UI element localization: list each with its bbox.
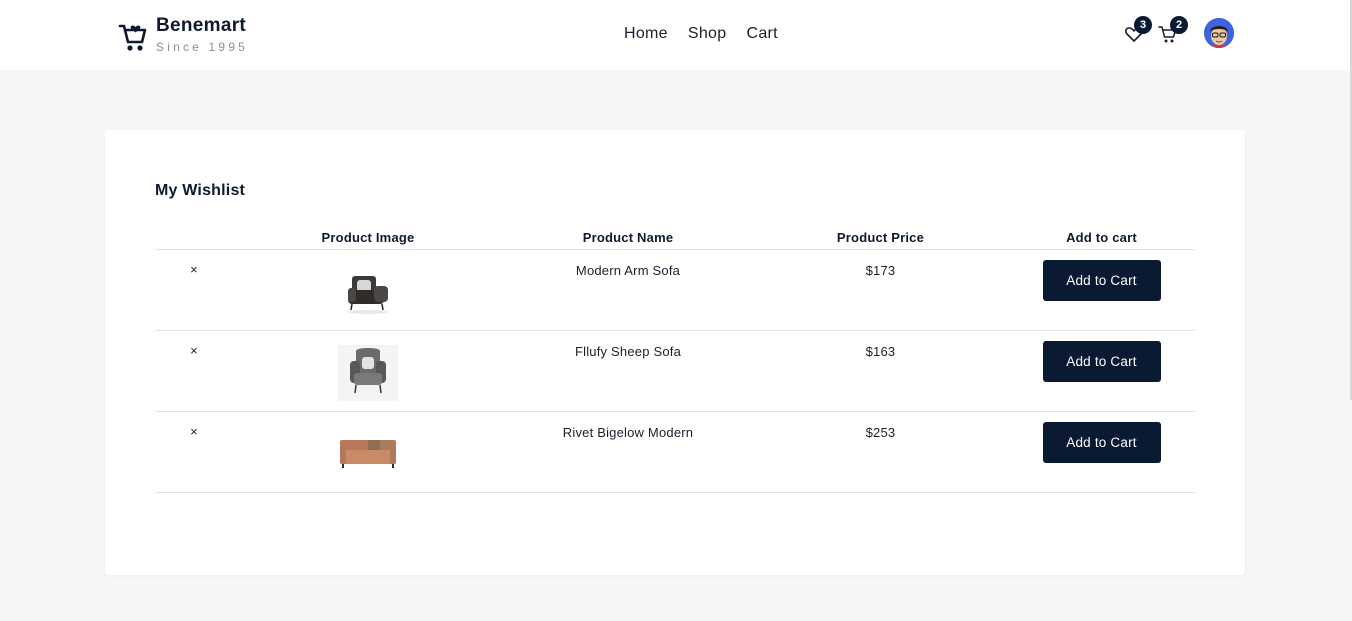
column-header-add-to-cart: Add to cart xyxy=(1008,230,1195,250)
column-header-remove xyxy=(155,230,233,250)
product-price: $253 xyxy=(753,411,1008,493)
product-image-cell xyxy=(233,249,503,331)
column-header-name: Product Name xyxy=(503,230,753,250)
brand-name: Benemart xyxy=(156,15,247,36)
product-image-dark-armchair[interactable] xyxy=(338,263,398,320)
product-price: $163 xyxy=(753,330,1008,412)
user-avatar[interactable] xyxy=(1204,18,1234,48)
product-price: $173 xyxy=(753,249,1008,331)
add-to-cart-cell: Add to Cart xyxy=(1008,411,1195,493)
cart-count-badge: 2 xyxy=(1170,16,1188,34)
add-to-cart-cell: Add to Cart xyxy=(1008,330,1195,412)
main-nav: Home Shop Cart xyxy=(614,23,788,45)
table-row: × Modern Arm Sofa $173 Add to Cart xyxy=(155,249,1195,331)
remove-item-button[interactable]: × xyxy=(155,249,233,331)
add-to-cart-button[interactable]: Add to Cart xyxy=(1042,421,1161,463)
page-title: My Wishlist xyxy=(155,182,246,199)
product-name: Rivet Bigelow Modern xyxy=(503,411,753,493)
product-image-tan-leather-sofa[interactable] xyxy=(338,425,398,482)
wishlist-card: My Wishlist Product Image Product Name P… xyxy=(105,130,1245,575)
table-row: × Fllufy Sheep Sofa $163 Add to Cart xyxy=(155,330,1195,412)
shopping-cart-logo-icon xyxy=(118,24,147,51)
wishlist-table: Product Image Product Name Product Price… xyxy=(155,230,1195,493)
nav-home[interactable]: Home xyxy=(614,23,678,45)
remove-item-button[interactable]: × xyxy=(155,411,233,493)
brand-tagline: Since 1995 xyxy=(156,40,249,54)
table-row: × Rivet Bigelow Modern $253 Add to Cart xyxy=(155,411,1195,493)
product-image-cell xyxy=(233,330,503,412)
nav-shop[interactable]: Shop xyxy=(678,23,737,45)
add-to-cart-button[interactable]: Add to Cart xyxy=(1042,340,1161,382)
product-name: Fllufy Sheep Sofa xyxy=(503,330,753,412)
product-name: Modern Arm Sofa xyxy=(503,249,753,331)
remove-item-button[interactable]: × xyxy=(155,330,233,412)
avatar-illustration xyxy=(1204,18,1234,48)
table-header-row: Product Image Product Name Product Price… xyxy=(155,230,1195,250)
column-header-image: Product Image xyxy=(233,230,503,250)
wishlist-count-badge: 3 xyxy=(1134,16,1152,34)
add-to-cart-button[interactable]: Add to Cart xyxy=(1042,259,1161,301)
add-to-cart-cell: Add to Cart xyxy=(1008,249,1195,331)
brand-logo[interactable]: Benemart Since 1995 xyxy=(118,14,248,56)
column-header-price: Product Price xyxy=(753,230,1008,250)
product-image-cell xyxy=(233,411,503,493)
product-image-grey-wingback-chair[interactable] xyxy=(338,344,398,401)
nav-cart[interactable]: Cart xyxy=(736,23,787,45)
site-header: Benemart Since 1995 Home Shop Cart 3 2 xyxy=(0,0,1352,70)
